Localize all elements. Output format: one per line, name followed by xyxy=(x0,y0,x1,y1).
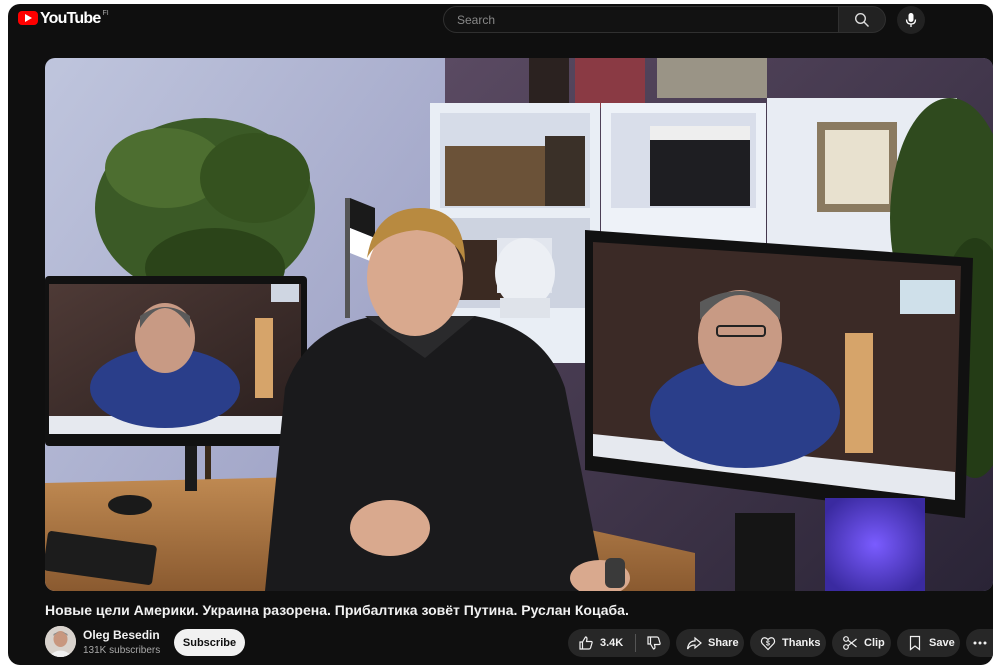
channel-name[interactable]: Oleg Besedin xyxy=(83,628,160,642)
youtube-play-icon xyxy=(18,11,38,25)
more-horizontal-icon xyxy=(972,635,988,651)
like-dislike-group: 3.4K xyxy=(568,629,670,657)
clip-label: Clip xyxy=(864,637,885,649)
save-button[interactable]: Save xyxy=(897,629,960,657)
video-title: Новые цели Америки. Украина разорена. Пр… xyxy=(45,602,629,618)
share-button[interactable]: Share xyxy=(676,629,744,657)
youtube-window: YouTube FI Search Новые цели Америки. Ук… xyxy=(8,4,993,665)
share-label: Share xyxy=(708,637,739,649)
top-bar: YouTube FI xyxy=(8,4,993,38)
like-button[interactable]: 3.4K xyxy=(578,635,623,651)
logo-text: YouTube xyxy=(40,10,101,27)
voice-search-button[interactable] xyxy=(897,6,925,34)
thumbs-up-icon xyxy=(579,636,593,650)
clip-button[interactable]: Clip xyxy=(832,629,891,657)
channel-avatar[interactable] xyxy=(45,626,76,657)
subscriber-count: 131K subscribers xyxy=(83,645,161,656)
like-count: 3.4K xyxy=(600,637,624,649)
search-button[interactable] xyxy=(839,6,886,33)
dislike-button[interactable] xyxy=(646,635,662,651)
save-label: Save xyxy=(929,637,955,649)
country-code: FI xyxy=(102,10,109,17)
video-frame xyxy=(45,58,993,591)
more-actions-button[interactable] xyxy=(966,629,993,657)
video-player[interactable] xyxy=(45,58,993,591)
subscribe-button[interactable]: Subscribe xyxy=(174,629,245,656)
microphone-icon xyxy=(905,13,917,27)
thanks-icon: $ xyxy=(760,635,776,651)
scissors-icon xyxy=(842,635,858,651)
search-input[interactable] xyxy=(455,11,838,28)
thumbs-down-icon xyxy=(647,636,661,650)
share-icon xyxy=(686,635,702,651)
thanks-button[interactable]: $ Thanks xyxy=(750,629,826,657)
search-box[interactable] xyxy=(443,6,839,33)
search-icon xyxy=(854,12,869,27)
svg-text:$: $ xyxy=(766,641,770,648)
thanks-label: Thanks xyxy=(782,637,821,649)
bookmark-icon xyxy=(907,635,923,651)
avatar-image xyxy=(45,626,76,657)
youtube-logo[interactable]: YouTube FI xyxy=(18,10,109,27)
like-divider xyxy=(635,634,637,652)
